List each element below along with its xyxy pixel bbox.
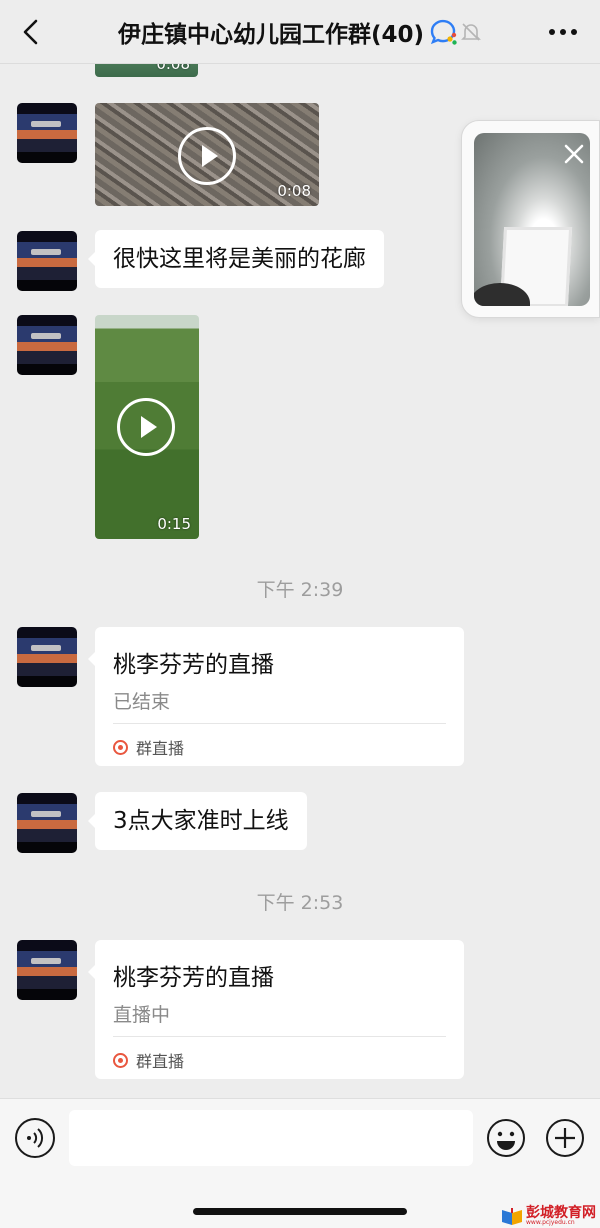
site-watermark: 彭城教育网 www.pcjyedu.cn — [501, 1206, 596, 1226]
watermark-text: 彭城教育网 — [526, 1205, 596, 1221]
watermark-url: www.pcjyedu.cn — [526, 1219, 575, 1226]
wecom-group-icon — [430, 19, 457, 45]
play-icon — [178, 127, 236, 185]
live-card-footer: 群直播 — [113, 735, 184, 759]
voice-icon — [27, 1128, 44, 1148]
chat-header: 伊庄镇中心幼儿园工作群(40) — [0, 0, 600, 64]
book-logo-icon — [502, 1208, 522, 1225]
live-card-tag: 群直播 — [136, 1052, 185, 1071]
emoji-icon[interactable] — [486, 1118, 526, 1158]
divider — [113, 723, 446, 724]
video-message[interactable]: 0:15 — [95, 315, 199, 539]
message-input[interactable] — [69, 1110, 473, 1166]
live-card-title: 桃李芬芳的直播 — [113, 965, 274, 991]
floating-live-window[interactable] — [461, 120, 600, 318]
close-icon[interactable] — [563, 143, 585, 165]
video-duration: 0:08 — [277, 182, 311, 200]
play-icon — [117, 398, 175, 456]
avatar[interactable] — [17, 793, 77, 853]
live-card[interactable]: 桃李芬芳的直播 已结束 群直播 — [88, 627, 464, 766]
avatar[interactable] — [17, 103, 77, 163]
live-card-status: 已结束 — [113, 691, 171, 713]
live-card-status: 直播中 — [113, 1004, 171, 1026]
live-card[interactable]: 桃李芬芳的直播 直播中 群直播 — [88, 940, 464, 1079]
live-icon — [113, 739, 128, 755]
avatar[interactable] — [17, 627, 77, 687]
video-message[interactable]: 0:08 — [95, 103, 319, 206]
avatar[interactable] — [17, 315, 77, 375]
video-duration: 0:15 — [157, 515, 191, 533]
divider — [113, 1036, 446, 1037]
chevron-left-icon[interactable] — [18, 18, 46, 46]
timestamp: 下午 2:53 — [256, 892, 344, 914]
timestamp: 下午 2:39 — [256, 579, 344, 601]
avatar[interactable] — [17, 940, 77, 1000]
text-message[interactable]: 3点大家准时上线 — [88, 792, 307, 850]
chat-title: 伊庄镇中心幼儿园工作群(40) — [118, 22, 425, 48]
plus-icon[interactable] — [545, 1118, 585, 1158]
voice-button[interactable] — [15, 1118, 55, 1158]
live-card-tag: 群直播 — [136, 739, 185, 758]
live-card-title: 桃李芬芳的直播 — [113, 652, 274, 678]
more-dots-icon[interactable] — [548, 28, 578, 36]
live-card-footer: 群直播 — [113, 1048, 184, 1072]
live-icon — [113, 1052, 128, 1068]
text-message[interactable]: 很快这里将是美丽的花廊 — [88, 230, 384, 288]
home-indicator — [193, 1208, 407, 1215]
chat-title-group: 伊庄镇中心幼儿园工作群(40) — [118, 14, 482, 50]
bell-muted-icon — [461, 23, 481, 41]
avatar[interactable] — [17, 231, 77, 291]
